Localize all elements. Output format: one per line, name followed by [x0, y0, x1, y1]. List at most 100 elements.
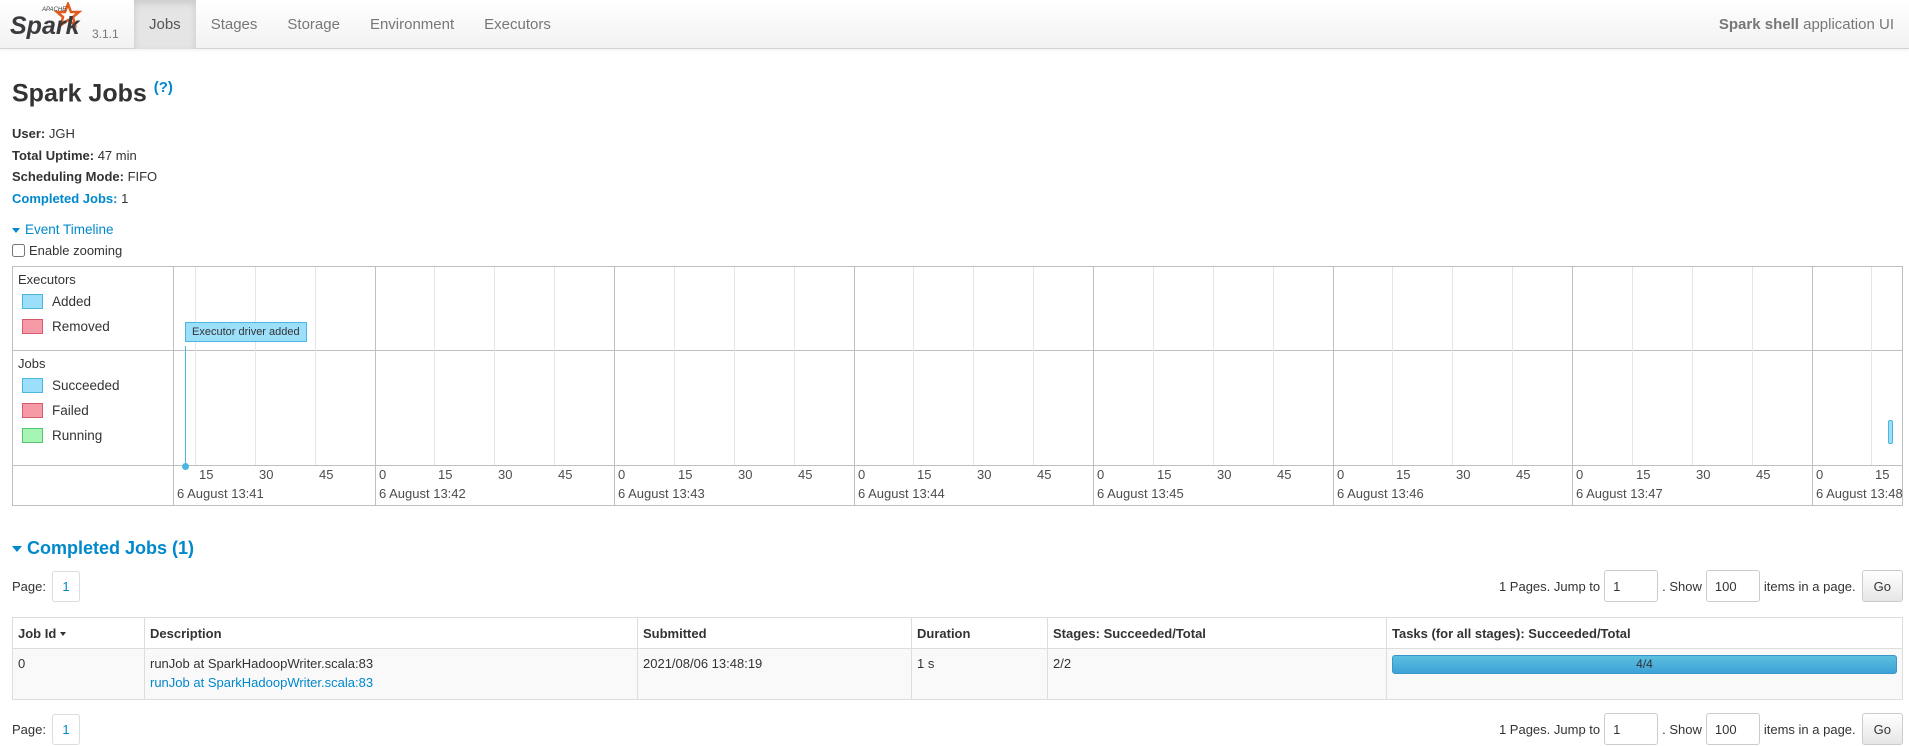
- timeline-second-label: 30: [738, 467, 753, 482]
- tab-executors[interactable]: Executors: [469, 0, 566, 49]
- timeline-minor-gridline: [734, 267, 735, 465]
- tab-storage[interactable]: Storage: [272, 0, 355, 49]
- jump-to-page-input[interactable]: [1604, 570, 1659, 602]
- timeline-minor-gridline: [1213, 267, 1214, 465]
- timeline-second-label: 0: [379, 467, 387, 482]
- timeline-minor-gridline: [1033, 267, 1034, 465]
- column-tasks[interactable]: Tasks (for all stages): Succeeded/Total: [1386, 617, 1903, 649]
- timeline-minor-gridline: [1153, 267, 1154, 465]
- help-link[interactable]: (?): [154, 79, 173, 96]
- timeline-minor-gridline: [554, 267, 555, 465]
- column-job-id[interactable]: Job Id: [12, 617, 145, 649]
- timeline-minor-gridline: [913, 267, 914, 465]
- tab-jobs[interactable]: Jobs: [134, 0, 196, 49]
- go-button[interactable]: Go: [1861, 713, 1903, 745]
- summary-value: FIFO: [123, 169, 158, 184]
- timeline-second-label: 30: [1696, 467, 1711, 482]
- legend-label: Removed: [52, 319, 110, 334]
- timeline-second-label: 45: [798, 467, 813, 482]
- timeline-minor-gridline: [674, 267, 675, 465]
- column-duration[interactable]: Duration: [911, 617, 1048, 649]
- timeline-minute-label: 6 August 13:43: [618, 486, 705, 501]
- pages-text: 1 Pages. Jump to: [1498, 721, 1601, 737]
- caret-down-icon: [12, 546, 22, 553]
- legend-swatch: [22, 319, 43, 334]
- column-stages[interactable]: Stages: Succeeded/Total: [1047, 617, 1387, 649]
- column-description[interactable]: Description: [144, 617, 638, 649]
- cell-duration: 1 s: [911, 648, 1048, 700]
- show-text: . Show: [1662, 578, 1702, 594]
- enable-zooming-checkbox[interactable]: [12, 244, 25, 257]
- timeline-second-label: 15: [678, 467, 693, 482]
- spark-logo[interactable]: APACHE Spark 3.1.1: [10, 2, 120, 46]
- completed-jobs-toggle[interactable]: Completed Jobs (1): [12, 538, 194, 559]
- timeline-major-gridline: [375, 267, 376, 505]
- timeline-minor-gridline: [794, 267, 795, 465]
- cell-job-id: 0: [12, 648, 145, 700]
- timeline-minute-label: 6 August 13:45: [1097, 486, 1184, 501]
- completed-jobs-link[interactable]: Completed Jobs:: [12, 191, 117, 206]
- timeline-minute-label: 6 August 13:41: [177, 486, 264, 501]
- timeline-minor-gridline: [1392, 267, 1393, 465]
- jobs-group-title: Jobs: [18, 356, 46, 371]
- executor-event-line: [185, 346, 186, 466]
- timeline-second-label: 30: [259, 467, 274, 482]
- page-1-link[interactable]: 1: [51, 570, 80, 602]
- application-name: Spark shell application UI: [1719, 0, 1894, 49]
- page-controls: 1 Pages. Jump to . Show items in a page.…: [1499, 570, 1903, 602]
- page-title: Spark Jobs (?): [12, 79, 173, 108]
- job-0-timeline-bar[interactable]: [1888, 420, 1893, 444]
- job-detail-link[interactable]: runJob at SparkHadoopWriter.scala:83: [150, 675, 373, 690]
- timeline-minor-gridline: [1273, 267, 1274, 465]
- legend-executor-added: Added: [22, 294, 91, 309]
- enable-zooming[interactable]: Enable zooming: [12, 243, 122, 258]
- timeline-minor-gridline: [1871, 267, 1872, 465]
- spark-version: 3.1.1: [92, 27, 119, 41]
- executor-driver-added-event[interactable]: Executor driver added: [185, 322, 307, 342]
- timeline-second-label: 45: [1037, 467, 1052, 482]
- timeline-second-label: 15: [438, 467, 453, 482]
- go-button[interactable]: Go: [1861, 570, 1903, 602]
- timeline-grid: 15 30 45 6 August 13:41 0 15 30 45 6 August 13:4…: [175, 267, 1903, 505]
- timeline-second-label: 15: [1157, 467, 1172, 482]
- timeline-minor-gridline: [494, 267, 495, 465]
- items-text: items in a page.: [1763, 578, 1856, 594]
- legend-label: Succeeded: [52, 378, 120, 393]
- timeline-second-label: 0: [1337, 467, 1345, 482]
- timeline-second-label: 0: [1097, 467, 1105, 482]
- column-submitted[interactable]: Submitted: [637, 617, 912, 649]
- tasks-progress-label: 4/4: [1636, 657, 1653, 671]
- timeline-second-label: 15: [917, 467, 932, 482]
- timeline-second-label: 30: [1217, 467, 1232, 482]
- navbar: APACHE Spark 3.1.1 Jobs Stages Storage E…: [0, 0, 1909, 49]
- event-timeline-toggle[interactable]: Event Timeline: [12, 222, 114, 237]
- timeline-minute-label: 6 August 13:44: [858, 486, 945, 501]
- jump-to-page-input[interactable]: [1604, 713, 1659, 745]
- timeline-second-label: 15: [1396, 467, 1411, 482]
- tab-stages[interactable]: Stages: [196, 0, 273, 49]
- page-indicator: Page: 1: [12, 570, 80, 602]
- page-indicator: Page: 1: [12, 713, 80, 745]
- cell-description: runJob at SparkHadoopWriter.scala:83 run…: [144, 648, 638, 700]
- cell-stages: 2/2: [1047, 648, 1387, 700]
- page-1-link[interactable]: 1: [51, 713, 80, 745]
- legend-label: Added: [52, 294, 92, 309]
- timeline-group-labels: Executors Added Removed Jobs Succeeded F…: [13, 267, 174, 505]
- tab-environment[interactable]: Environment: [355, 0, 469, 49]
- spark-star-icon: APACHE Spark: [10, 2, 83, 40]
- timeline-major-gridline: [614, 267, 615, 505]
- timeline-minor-gridline: [1632, 267, 1633, 465]
- nav-tabs: Jobs Stages Storage Environment Executor…: [134, 0, 566, 49]
- page-label: Page:: [12, 578, 46, 594]
- page-size-input[interactable]: [1705, 570, 1760, 602]
- page-size-input[interactable]: [1705, 713, 1760, 745]
- job-summary: User: JGH Total Uptime: 47 min Schedulin…: [12, 123, 157, 209]
- page-label: Page:: [12, 721, 46, 737]
- job-description: runJob at SparkHadoopWriter.scala:83: [150, 656, 374, 671]
- timeline-minute-label: 6 August 13:46: [1337, 486, 1424, 501]
- tasks-progress-bar: 4/4: [1392, 655, 1897, 674]
- timeline-minute-label: 6 August 13:48: [1816, 486, 1903, 501]
- sort-desc-icon: [60, 632, 67, 637]
- timeline-second-label: 45: [1756, 467, 1771, 482]
- items-text: items in a page.: [1763, 721, 1856, 737]
